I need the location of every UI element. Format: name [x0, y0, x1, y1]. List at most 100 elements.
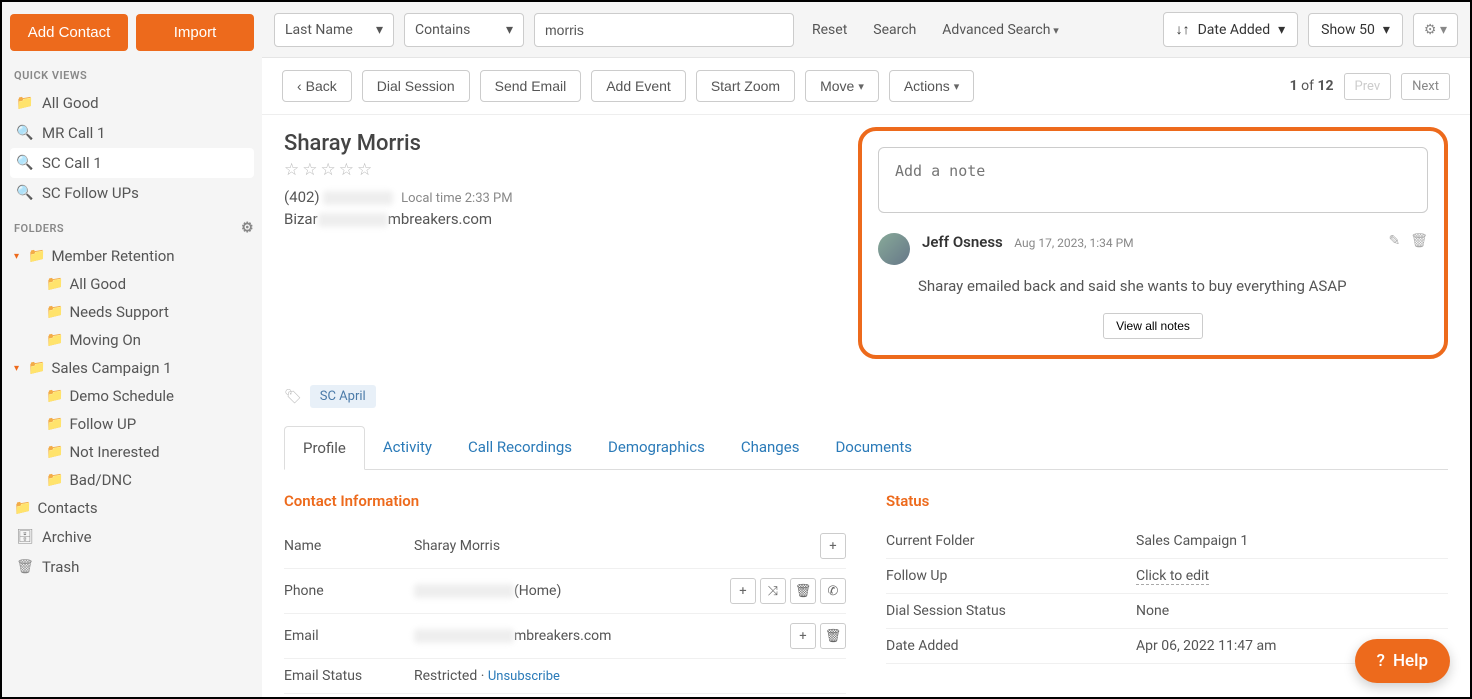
field-label: Email [284, 628, 414, 644]
folder-icon: 📁 [46, 276, 63, 292]
filter-operator-select[interactable]: Contains▾ [404, 13, 524, 47]
redacted-email [318, 213, 388, 227]
start-zoom-button[interactable]: Start Zoom [696, 70, 795, 102]
field-email-status: Email Status Restricted · Unsubscribe [284, 659, 846, 694]
folders-settings-icon[interactable]: ⚙ [241, 220, 254, 236]
tab-changes[interactable]: Changes [723, 426, 818, 469]
folder-member-retention[interactable]: ▾📁Member Retention [10, 242, 254, 270]
add-note-input[interactable] [878, 147, 1428, 213]
folder-icon: 📁 [46, 388, 63, 404]
field-value[interactable]: None [1136, 603, 1448, 619]
folder-demo-schedule[interactable]: 📁Demo Schedule [46, 382, 254, 410]
field-value[interactable]: (Home) [414, 583, 730, 599]
add-email-button[interactable]: + [790, 623, 816, 649]
quickview-mr-call-1[interactable]: 🔍MR Call 1 [10, 118, 254, 148]
email-suffix: mbreakers.com [388, 210, 492, 228]
folder-label: Needs Support [69, 303, 168, 321]
folder-moving-on[interactable]: 📁Moving On [46, 326, 254, 354]
contact-email: Bizarmbreakers.com [284, 210, 838, 228]
quickview-sc-follow-ups[interactable]: 🔍SC Follow UPs [10, 178, 254, 208]
sidebar-item-label: Archive [42, 528, 92, 546]
chevron-left-icon: ‹ [297, 78, 302, 94]
back-button[interactable]: ‹Back [282, 70, 352, 102]
avatar [878, 233, 910, 265]
folder-icon: 📁 [28, 248, 45, 264]
note-item: Jeff Osness Aug 17, 2023, 1:34 PM ✎ 🗑 [878, 233, 1428, 265]
contact-info-column: Contact Information Name Sharay Morris +… [284, 492, 846, 694]
call-phone-button[interactable]: ✆ [820, 578, 846, 604]
folder-icon: 📁 [14, 500, 31, 516]
tag-chip[interactable]: SC April [310, 385, 376, 408]
add-event-button[interactable]: Add Event [591, 70, 686, 102]
contact-info-title: Contact Information [284, 492, 846, 510]
contact-phone: (402) Local time 2:33 PM [284, 188, 838, 206]
caret-down-icon: ▾ [14, 251, 26, 262]
field-value[interactable]: mbreakers.com [414, 628, 790, 644]
archive-link[interactable]: 🗄 Archive [10, 522, 254, 552]
chevron-down-icon: ▾ [1278, 22, 1285, 38]
folder-needs-support[interactable]: 📁Needs Support [46, 298, 254, 326]
view-all-notes-button[interactable]: View all notes [1103, 313, 1203, 339]
tab-activity[interactable]: Activity [365, 426, 450, 469]
sort-value: Date Added [1198, 22, 1271, 38]
filter-field-select[interactable]: Last Name▾ [274, 13, 394, 47]
next-button[interactable]: Next [1401, 73, 1450, 100]
help-button[interactable]: ? Help [1355, 639, 1450, 683]
edit-note-icon[interactable]: ✎ [1388, 233, 1400, 249]
reset-link[interactable]: Reset [804, 16, 855, 44]
dial-session-button[interactable]: Dial Session [362, 70, 470, 102]
actions-dropdown[interactable]: Actions [889, 70, 974, 102]
field-value[interactable]: Sales Campaign 1 [1136, 533, 1448, 549]
delete-email-button[interactable]: 🗑 [820, 623, 846, 649]
send-email-button[interactable]: Send Email [480, 70, 582, 102]
delete-phone-button[interactable]: 🗑 [790, 578, 816, 604]
field-value: Restricted · Unsubscribe [414, 668, 846, 684]
email-status-value: Restricted [414, 668, 477, 684]
tab-demographics[interactable]: Demographics [590, 426, 723, 469]
folder-all-good[interactable]: 📁All Good [46, 270, 254, 298]
action-bar: ‹Back Dial Session Send Email Add Event … [262, 58, 1470, 115]
quick-views-header: QUICK VIEWS [14, 69, 254, 82]
rating-stars[interactable]: ☆☆☆☆☆ [284, 160, 838, 180]
search-link[interactable]: Search [865, 16, 924, 44]
folder-not-interested[interactable]: 📁Not Inerested [46, 438, 254, 466]
prev-button[interactable]: Prev [1344, 73, 1392, 100]
quickview-all-good[interactable]: 📁All Good [10, 88, 254, 118]
tag-row: 🏷 SC April [284, 385, 1448, 408]
show-count-dropdown[interactable]: Show 50▾ [1308, 13, 1403, 47]
add-name-button[interactable]: + [820, 533, 846, 559]
field-current-folder: Current Folder Sales Campaign 1 [886, 524, 1448, 559]
pager-status: 1 of 12 [1290, 78, 1334, 94]
add-phone-button[interactable]: + [730, 578, 756, 604]
search-input[interactable] [534, 13, 794, 47]
field-label: Dial Session Status [886, 603, 1136, 619]
import-button[interactable]: Import [136, 14, 254, 51]
note-date: Aug 17, 2023, 1:34 PM [1014, 236, 1133, 250]
unsubscribe-link[interactable]: Unsubscribe [488, 669, 560, 684]
move-dropdown[interactable]: Move [805, 70, 879, 102]
delete-note-icon[interactable]: 🗑 [1410, 233, 1428, 249]
folder-bad-dnc[interactable]: 📁Bad/DNC [46, 466, 254, 494]
page-sep: of [1301, 78, 1314, 94]
tab-call-recordings[interactable]: Call Recordings [450, 426, 590, 469]
tab-documents[interactable]: Documents [817, 426, 930, 469]
field-follow-up: Follow Up Click to edit [886, 559, 1448, 594]
field-phone: Phone (Home) + ⤨ 🗑 ✆ [284, 569, 846, 614]
trash-link[interactable]: 🗑Trash [10, 552, 254, 582]
sort-dropdown[interactable]: ↓↑Date Added▾ [1163, 12, 1299, 47]
folder-contacts[interactable]: 📁Contacts [10, 494, 254, 522]
settings-button[interactable]: ⚙ ▾ [1413, 13, 1458, 47]
caret-down-icon: ▾ [14, 363, 26, 374]
advanced-search-link[interactable]: Advanced Search [934, 16, 1066, 44]
archive-icon: 🗄 [16, 528, 34, 546]
field-value[interactable]: Sharay Morris [414, 538, 820, 554]
quickview-sc-call-1[interactable]: 🔍SC Call 1 [10, 148, 254, 178]
click-to-edit[interactable]: Click to edit [1136, 568, 1209, 585]
folder-follow-up[interactable]: 📁Follow UP [46, 410, 254, 438]
tab-profile[interactable]: Profile [284, 426, 365, 470]
folder-sales-campaign-1[interactable]: ▾📁Sales Campaign 1 [10, 354, 254, 382]
add-contact-button[interactable]: Add Contact [10, 14, 128, 51]
field-label: Follow Up [886, 568, 1136, 584]
chevron-down-icon: ▾ [506, 22, 513, 38]
shuffle-phone-button[interactable]: ⤨ [760, 578, 786, 604]
